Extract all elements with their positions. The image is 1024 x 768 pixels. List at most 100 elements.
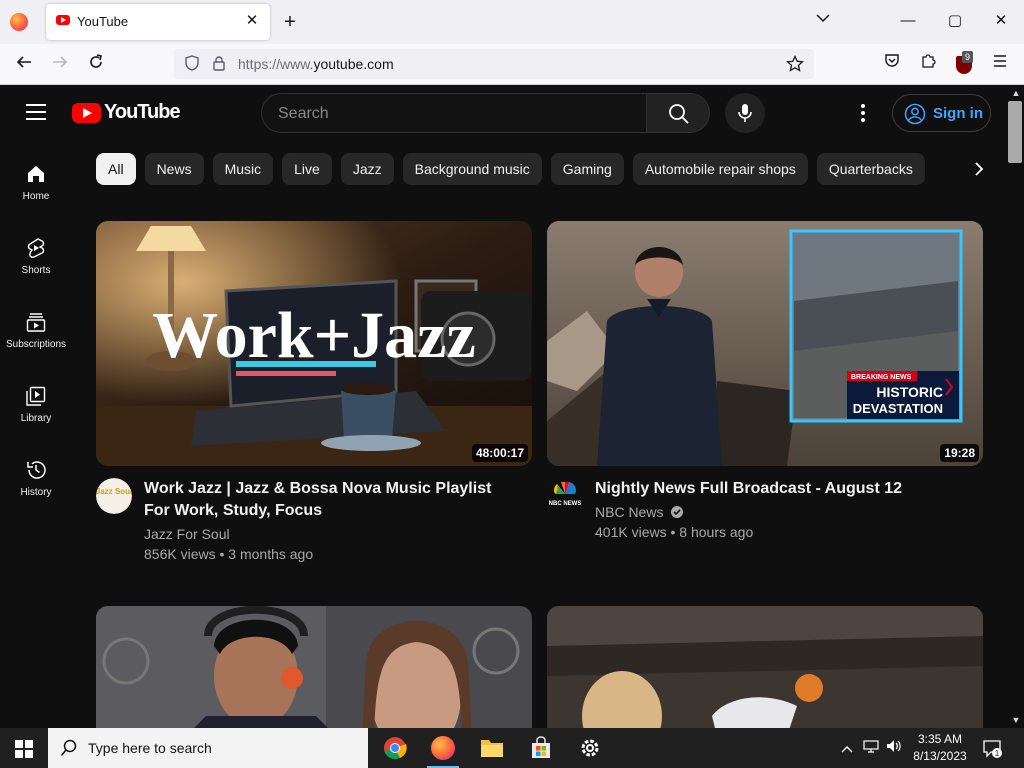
sidebar-item-history[interactable]: History xyxy=(0,459,72,519)
taskbar-search-placeholder: Type here to search xyxy=(88,740,212,756)
avatar-text: NBC NEWS xyxy=(549,501,582,507)
search-input[interactable]: Search xyxy=(261,93,646,133)
youtube-page: YouTube Search Sign in Home Shorts Subsc… xyxy=(0,85,1024,728)
video-title[interactable]: Work Jazz | Jazz & Bossa Nova Music Play… xyxy=(144,478,514,522)
network-icon[interactable] xyxy=(861,738,881,758)
sidebar-item-shorts[interactable]: Shorts xyxy=(0,237,72,297)
video-thumbnail[interactable] xyxy=(547,606,983,728)
home-icon xyxy=(28,166,44,182)
page-scrollbar[interactable] xyxy=(1008,85,1024,728)
windows-taskbar: Type here to search 3:35 AM 8/13/2023 1 xyxy=(0,728,1024,768)
guide-menu-icon[interactable] xyxy=(26,104,46,120)
taskbar-file-explorer[interactable] xyxy=(468,728,516,768)
library-icon xyxy=(26,386,46,406)
app-menu-hamburger-icon[interactable] xyxy=(988,52,1012,76)
microphone-icon xyxy=(738,104,752,122)
chip-gaming[interactable]: Gaming xyxy=(550,153,624,185)
taskbar-chrome[interactable] xyxy=(371,728,419,768)
ublock-badge-count: 9 xyxy=(962,51,974,63)
search-placeholder: Search xyxy=(278,105,329,122)
taskbar-settings[interactable] xyxy=(566,728,614,768)
account-circle-icon xyxy=(904,103,926,125)
chip-scroll-right-icon[interactable] xyxy=(966,157,990,181)
url-prefix: https://www. xyxy=(238,56,314,72)
search-button[interactable] xyxy=(646,93,710,133)
lock-icon[interactable] xyxy=(210,55,228,73)
tab-title: YouTube xyxy=(77,14,129,29)
sidebar-item-home[interactable]: Home xyxy=(0,163,72,223)
taskbar-firefox[interactable] xyxy=(419,728,467,768)
chip-all[interactable]: All xyxy=(96,153,136,185)
verified-badge-icon xyxy=(671,506,684,518)
close-window-button[interactable]: ✕ xyxy=(986,8,1016,34)
filter-chip-bar: All News Music Live Jazz Background music Gami… xyxy=(96,153,976,185)
sidebar-label-shorts: Shorts xyxy=(21,265,51,276)
action-center-notification-icon[interactable]: 1 xyxy=(982,738,1002,758)
voice-search-button[interactable] xyxy=(725,93,765,133)
tracking-protection-shield-icon[interactable] xyxy=(183,55,201,73)
chip-news[interactable]: News xyxy=(144,153,204,185)
chip-quarterbacks[interactable]: Quarterbacks xyxy=(816,153,925,185)
channel-avatar[interactable]: NBC NEWS xyxy=(547,478,583,514)
pocket-icon[interactable] xyxy=(880,52,904,76)
volume-speaker-icon[interactable] xyxy=(884,738,904,758)
gear-icon xyxy=(581,739,599,757)
browser-tab-youtube[interactable]: YouTube ✕ xyxy=(46,4,270,40)
video-duration: 48:00:17 xyxy=(471,444,528,462)
new-tab-button[interactable]: + xyxy=(280,10,300,34)
channel-name[interactable]: Jazz For Soul xyxy=(144,524,230,544)
search-icon xyxy=(669,104,689,124)
maximize-window-button[interactable]: ▢ xyxy=(940,8,970,34)
system-clock[interactable]: 3:35 AM 8/13/2023 xyxy=(908,731,972,765)
folder-icon xyxy=(481,740,503,757)
taskbar-microsoft-store[interactable] xyxy=(517,728,565,768)
url-domain: youtube.com xyxy=(313,56,394,72)
extensions-puzzle-icon[interactable] xyxy=(916,52,940,76)
scrollbar-thumb[interactable] xyxy=(1008,101,1022,163)
video-metadata: 856K views • 3 months ago xyxy=(144,544,313,564)
video-thumbnail[interactable]: Work+Jazz 48:00:17 xyxy=(96,221,532,466)
back-arrow-icon[interactable] xyxy=(12,52,36,76)
meta-separator: • xyxy=(219,546,225,562)
thumbnail-headline-line1: HISTORIC xyxy=(876,384,943,400)
video-thumbnail[interactable]: BREAKING NEWS HISTORIC DEVASTATION 19:28 xyxy=(547,221,983,466)
scroll-up-arrow-icon[interactable]: ▲ xyxy=(1010,87,1022,99)
search-icon xyxy=(60,739,77,756)
reload-icon[interactable] xyxy=(84,52,108,76)
address-bar[interactable]: https://www.youtube.com xyxy=(174,49,814,79)
scroll-down-arrow-icon[interactable]: ▼ xyxy=(1010,714,1022,726)
bookmark-star-icon[interactable] xyxy=(786,54,804,73)
chip-background-music[interactable]: Background music xyxy=(402,153,542,185)
subscriptions-icon xyxy=(26,313,46,332)
sidebar-item-library[interactable]: Library xyxy=(0,385,72,445)
firefox-menu-icon[interactable] xyxy=(10,13,28,31)
chip-jazz[interactable]: Jazz xyxy=(340,153,394,185)
start-button[interactable] xyxy=(0,728,48,768)
settings-kebab-icon[interactable] xyxy=(861,104,867,122)
youtube-logo-icon[interactable] xyxy=(72,103,101,123)
chip-live[interactable]: Live xyxy=(282,153,332,185)
breaking-news-text: BREAKING NEWS xyxy=(851,374,912,381)
youtube-wordmark[interactable]: YouTube xyxy=(104,101,181,124)
chrome-icon xyxy=(384,737,407,760)
shorts-icon xyxy=(27,238,45,258)
clock-date: 8/13/2023 xyxy=(913,749,967,763)
sign-in-button[interactable]: Sign in xyxy=(892,94,991,132)
sidebar-label-home: Home xyxy=(22,191,50,202)
show-hidden-icons-chevron-up-icon[interactable] xyxy=(837,738,857,758)
taskbar-search-box[interactable]: Type here to search xyxy=(48,728,368,768)
tab-close-button[interactable]: ✕ xyxy=(244,12,260,30)
channel-name[interactable]: NBC News xyxy=(595,502,684,522)
sidebar-item-subscriptions[interactable]: Subscriptions xyxy=(0,311,72,371)
video-title[interactable]: Nightly News Full Broadcast - August 12 xyxy=(595,478,965,500)
minimize-window-button[interactable]: — xyxy=(893,8,923,34)
youtube-favicon-icon xyxy=(56,15,70,25)
channel-avatar[interactable]: Jazz Soul xyxy=(96,478,132,514)
list-all-tabs-chevron-down-icon[interactable] xyxy=(816,10,830,26)
chip-music[interactable]: Music xyxy=(212,153,274,185)
forward-arrow-icon[interactable] xyxy=(48,52,72,76)
url-text[interactable]: https://www.youtube.com xyxy=(238,56,394,72)
chip-automobile-repair-shops[interactable]: Automobile repair shops xyxy=(632,153,808,185)
video-thumbnail[interactable] xyxy=(96,606,532,728)
meta-separator: • xyxy=(670,524,676,540)
